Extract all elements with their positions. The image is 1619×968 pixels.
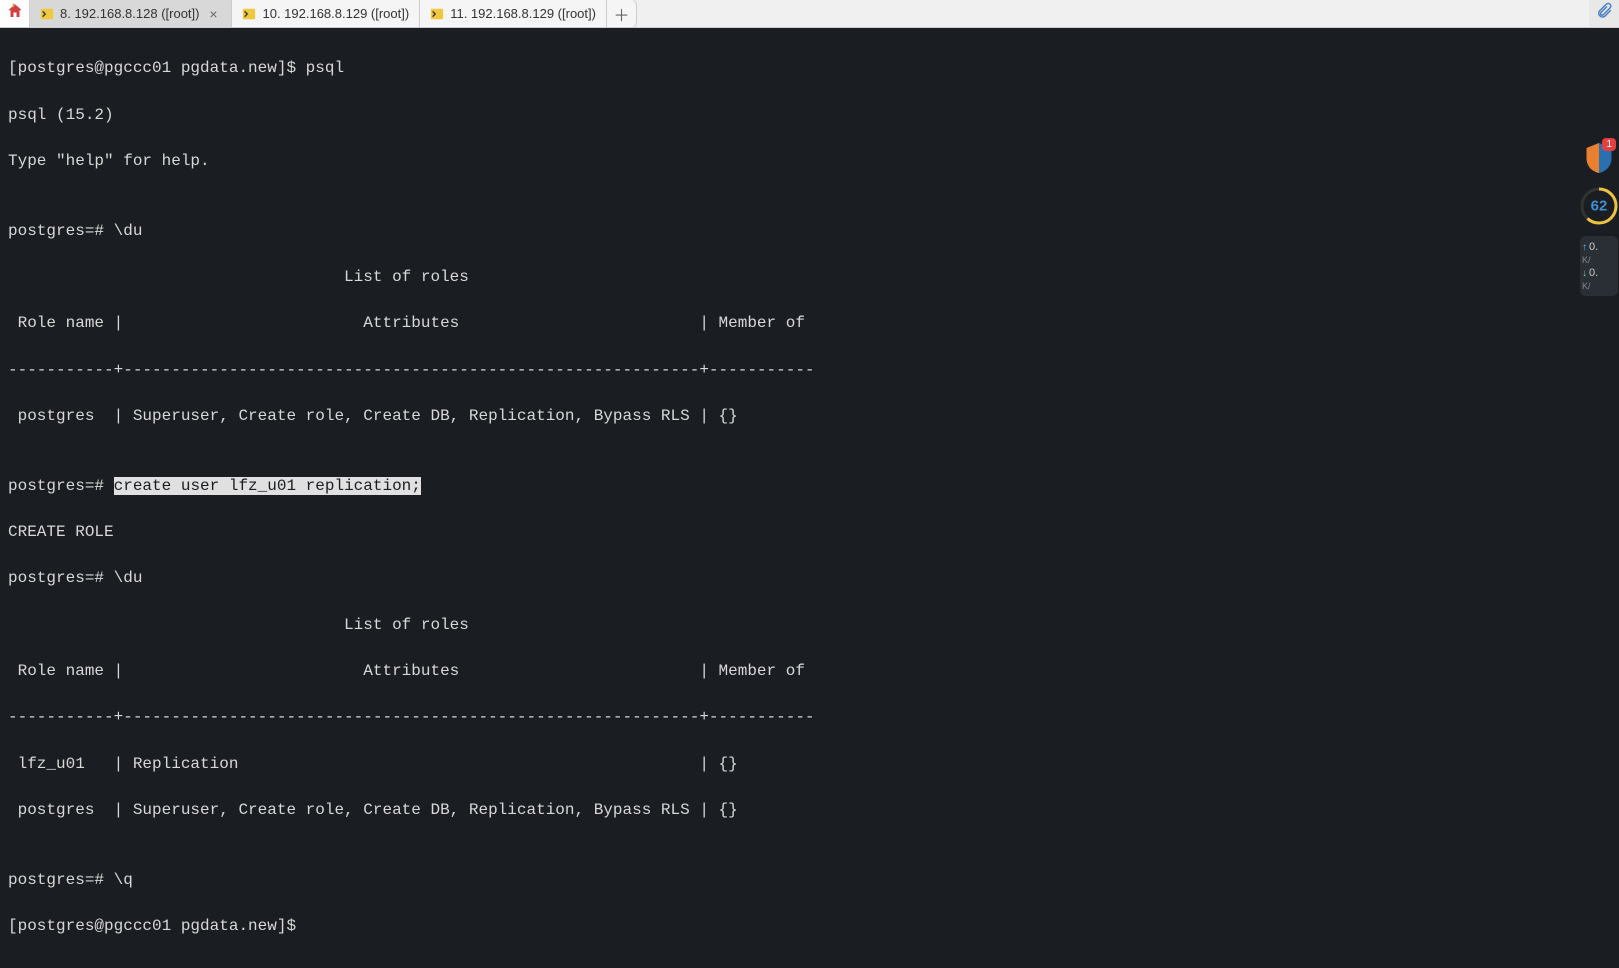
- tab-1[interactable]: 8. 192.168.8.128 ([root]) ×: [30, 0, 232, 27]
- term-line: postgres=# create user lfz_u01 replicati…: [8, 475, 1611, 498]
- terminal-output[interactable]: [postgres@pgccc01 pgdata.new]$ psql psql…: [0, 28, 1619, 968]
- term-line: postgres=# \du: [8, 220, 1611, 243]
- term-line: Role name | Attributes | Member of: [8, 312, 1611, 335]
- term-line: postgres=# \q: [8, 869, 1611, 892]
- sidebar-widgets: 1 62 ↑ 0. K/ ↓ 0. K/: [1579, 140, 1619, 296]
- tab-label: 11. 192.168.8.129 ([root]): [450, 6, 596, 21]
- download-stat: ↓ 0.: [1582, 266, 1616, 280]
- plus-icon: ＋: [613, 2, 629, 26]
- home-button[interactable]: [0, 0, 30, 27]
- performance-gauge[interactable]: 62: [1579, 186, 1619, 226]
- download-unit-row: K/: [1582, 280, 1616, 292]
- upload-unit: K/: [1582, 255, 1591, 265]
- upload-value: 0.: [1589, 241, 1598, 253]
- term-line: [postgres@pgccc01 pgdata.new]$ psql: [8, 57, 1611, 80]
- download-value: 0.: [1589, 267, 1598, 279]
- prompt-text: postgres=#: [8, 477, 114, 495]
- upload-stat: ↑ 0.: [1582, 240, 1616, 254]
- tab-3[interactable]: 11. 192.168.8.129 ([root]): [420, 0, 607, 27]
- tab-2[interactable]: 10. 192.168.8.129 ([root]): [232, 0, 420, 27]
- security-shield[interactable]: 1: [1584, 140, 1614, 176]
- term-line: [postgres@pgccc01 pgdata.new]$: [8, 915, 1611, 938]
- upload-unit-row: K/: [1582, 254, 1616, 266]
- term-line: CREATE ROLE: [8, 521, 1611, 544]
- download-unit: K/: [1582, 281, 1591, 291]
- term-line: postgres | Superuser, Create role, Creat…: [8, 799, 1611, 822]
- network-stats[interactable]: ↑ 0. K/ ↓ 0. K/: [1580, 236, 1618, 296]
- term-line: lfz_u01 | Replication | {}: [8, 753, 1611, 776]
- term-line: Role name | Attributes | Member of: [8, 660, 1611, 683]
- close-icon[interactable]: ×: [205, 6, 221, 22]
- arrow-up-icon: ↑: [1582, 242, 1587, 253]
- terminal-icon: [40, 7, 54, 21]
- tab-bar: 8. 192.168.8.128 ([root]) × 10. 192.168.…: [0, 0, 1619, 28]
- term-line: -----------+----------------------------…: [8, 359, 1611, 382]
- paperclip-icon: [1595, 2, 1613, 25]
- term-line: psql (15.2): [8, 104, 1611, 127]
- shield-badge-count: 1: [1602, 138, 1616, 151]
- attach-button[interactable]: [1589, 0, 1619, 27]
- home-icon: [6, 2, 24, 25]
- arrow-down-icon: ↓: [1582, 268, 1587, 279]
- highlighted-command: create user lfz_u01 replication;: [114, 477, 421, 495]
- tab-spacer: [637, 0, 1589, 27]
- shield-icon: [1584, 163, 1614, 181]
- terminal-icon: [430, 7, 444, 21]
- term-line: postgres | Superuser, Create role, Creat…: [8, 405, 1611, 428]
- term-line: List of roles: [8, 266, 1611, 289]
- new-tab-button[interactable]: ＋: [607, 0, 637, 27]
- term-line: postgres=# \du: [8, 567, 1611, 590]
- tab-label: 10. 192.168.8.129 ([root]): [262, 6, 409, 21]
- term-line: Type "help" for help.: [8, 150, 1611, 173]
- term-line: -----------+----------------------------…: [8, 706, 1611, 729]
- terminal-icon: [242, 7, 256, 21]
- term-line: List of roles: [8, 614, 1611, 637]
- gauge-value: 62: [1591, 198, 1608, 215]
- tab-label: 8. 192.168.8.128 ([root]): [60, 6, 199, 21]
